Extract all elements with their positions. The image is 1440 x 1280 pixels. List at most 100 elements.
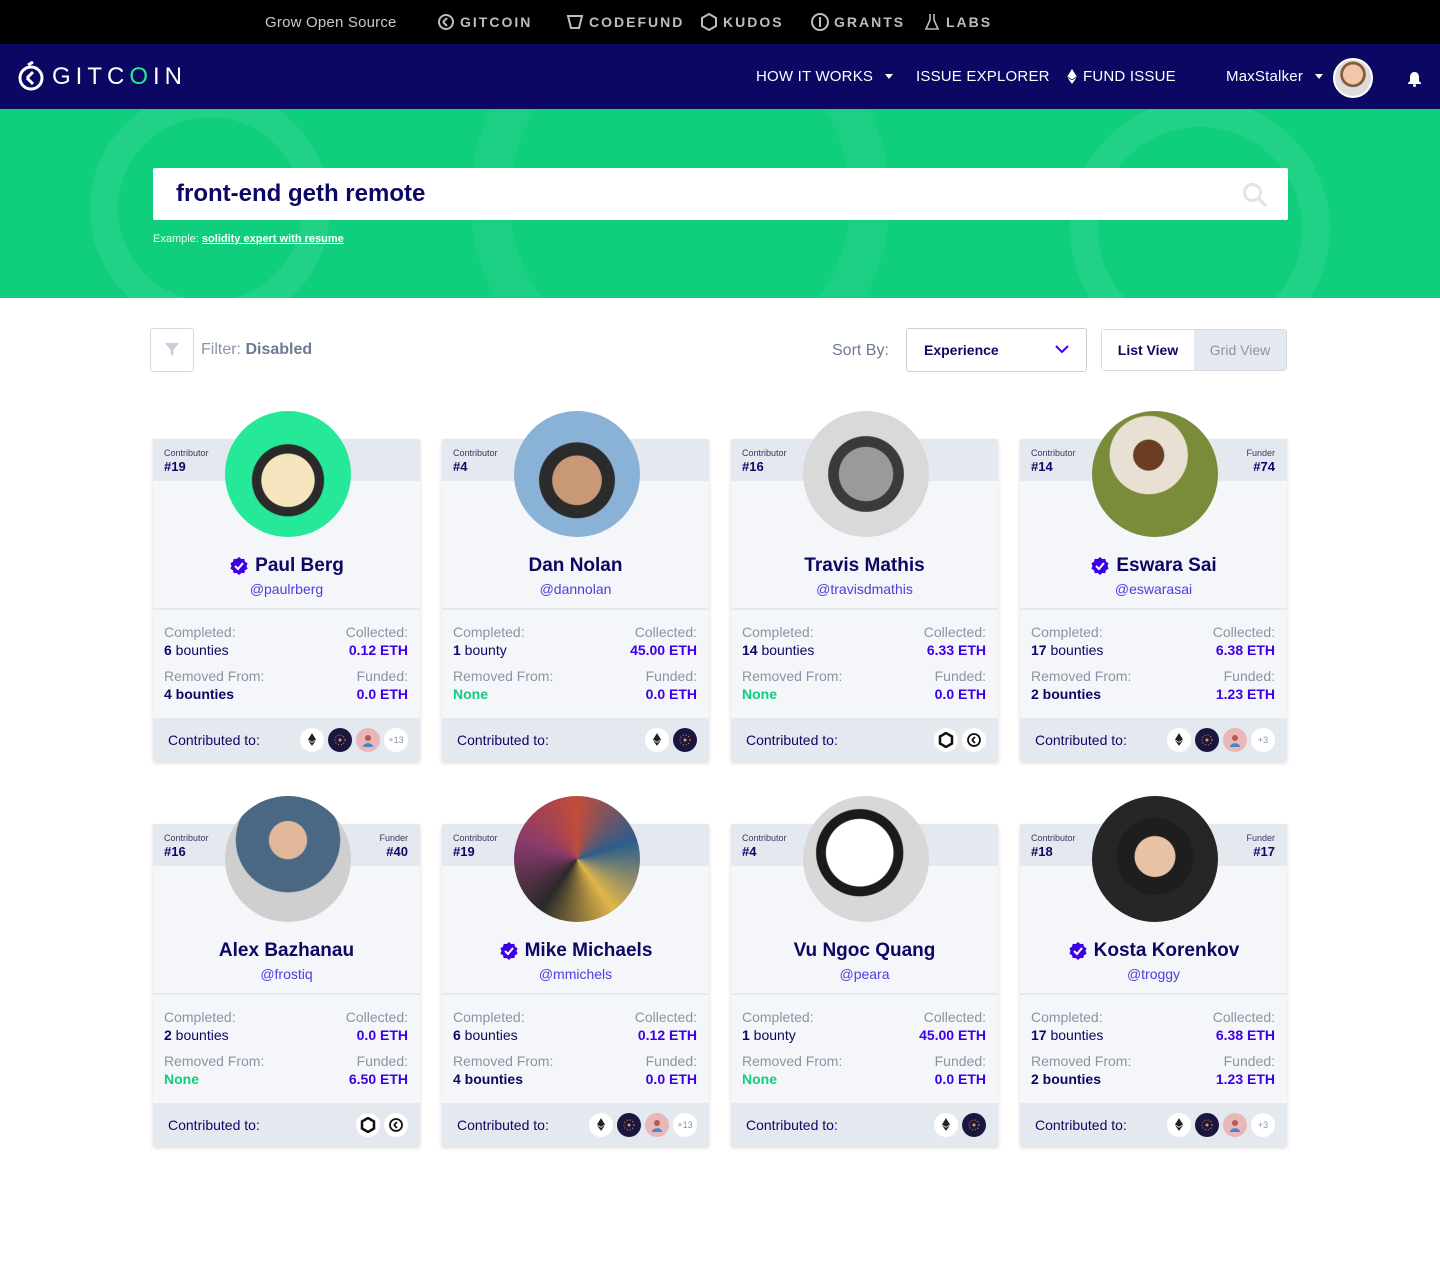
- user-menu[interactable]: MaxStalker: [1226, 68, 1324, 85]
- brand-labs-link[interactable]: LABS: [923, 13, 992, 31]
- org-avatar[interactable]: [1223, 1112, 1247, 1137]
- org-avatar[interactable]: [356, 727, 380, 752]
- sort-select[interactable]: Experience: [906, 328, 1087, 372]
- ethereum-org-avatar[interactable]: [589, 1112, 613, 1137]
- profile-handle[interactable]: @frostiq: [153, 966, 420, 982]
- profile-name[interactable]: Paul Berg: [153, 555, 420, 577]
- profile-handle[interactable]: @travisdmathis: [731, 581, 998, 597]
- profile-card[interactable]: Contributor #14 Funder #74 Eswara Sai @esw…: [1020, 411, 1287, 761]
- org-avatar[interactable]: [617, 1112, 641, 1137]
- completed-stat: Completed: 6 bounties: [164, 624, 236, 658]
- profile-avatar[interactable]: [803, 411, 929, 537]
- ethereum-org-avatar[interactable]: [934, 1112, 958, 1137]
- profile-avatar[interactable]: [514, 796, 640, 922]
- tagline: Grow Open Source: [265, 14, 397, 31]
- search-icon[interactable]: [1242, 182, 1268, 208]
- profile-avatar[interactable]: [514, 411, 640, 537]
- brand-grants-link[interactable]: GRANTS: [811, 13, 905, 31]
- removed-from-stat: Removed From: 2 bounties: [1031, 668, 1132, 702]
- brand-kudos-link[interactable]: KUDOS: [700, 13, 784, 31]
- verified-badge-icon: [1069, 942, 1087, 960]
- example-query-link[interactable]: solidity expert with resume: [202, 233, 344, 245]
- org-avatar[interactable]: [384, 1112, 408, 1137]
- removed-from-stat: Removed From: None: [742, 668, 843, 702]
- profile-avatar[interactable]: [225, 796, 351, 922]
- profile-handle[interactable]: @troggy: [1020, 966, 1287, 982]
- contributed-orgs: [934, 727, 986, 752]
- profile-card[interactable]: Contributor #16 Travis Mathis @travisdmat…: [731, 411, 998, 761]
- org-avatar[interactable]: [962, 1112, 986, 1137]
- profile-handle[interactable]: @eswarasai: [1020, 581, 1287, 597]
- profile-card[interactable]: Contributor #19 Paul Berg @paulrberg Comp…: [153, 411, 420, 761]
- search-input[interactable]: [176, 180, 1176, 208]
- verified-badge-icon: [1091, 557, 1109, 575]
- codefund-icon: [566, 15, 584, 29]
- nav-issue-explorer[interactable]: ISSUE EXPLORER: [916, 68, 1050, 85]
- profile-avatar[interactable]: [803, 796, 929, 922]
- profile-name[interactable]: Eswara Sai: [1020, 555, 1287, 577]
- list-view-button[interactable]: List View: [1102, 330, 1194, 370]
- contributor-rank: Contributor #16: [164, 833, 209, 859]
- more-orgs-count[interactable]: +3: [1251, 727, 1275, 752]
- filter-button[interactable]: [150, 328, 194, 372]
- profile-name[interactable]: Vu Ngoc Quang: [731, 940, 998, 962]
- org-avatar[interactable]: [356, 1112, 380, 1137]
- grid-view-button[interactable]: Grid View: [1194, 330, 1286, 370]
- profile-name[interactable]: Dan Nolan: [442, 555, 709, 577]
- org-avatar[interactable]: [1195, 727, 1219, 752]
- profile-name[interactable]: Travis Mathis: [731, 555, 998, 577]
- collected-stat: Collected: 45.00 ETH: [919, 1009, 986, 1043]
- profile-avatar[interactable]: [1092, 411, 1218, 537]
- org-avatar[interactable]: [645, 1112, 669, 1137]
- org-avatar[interactable]: [1195, 1112, 1219, 1137]
- profile-card[interactable]: Contributor #18 Funder #17 Kosta Korenkov …: [1020, 796, 1287, 1146]
- more-orgs-count[interactable]: +13: [673, 1112, 697, 1137]
- profile-handle[interactable]: @paulrberg: [153, 581, 420, 597]
- completed-stat: Completed: 2 bounties: [164, 1009, 236, 1043]
- org-avatar[interactable]: [328, 727, 352, 752]
- profile-stats: Completed: 17 bounties Collected: 6.38 E…: [1020, 608, 1287, 718]
- nav-fund-issue[interactable]: FUND ISSUE: [1067, 68, 1176, 85]
- profile-handle[interactable]: @peara: [731, 966, 998, 982]
- org-avatar[interactable]: [673, 727, 697, 752]
- user-avatar[interactable]: [1333, 58, 1373, 98]
- nav-how-it-works[interactable]: HOW IT WORKS: [756, 68, 894, 85]
- profile-card[interactable]: Contributor #16 Funder #40 Alex Bazhanau @…: [153, 796, 420, 1146]
- notification-bell-icon[interactable]: [1407, 71, 1422, 87]
- org-avatar[interactable]: [962, 727, 986, 752]
- contributed-to-row: Contributed to: +3: [1020, 1103, 1287, 1146]
- ethereum-org-avatar[interactable]: [1167, 727, 1191, 752]
- contributed-orgs: [356, 1112, 408, 1137]
- profile-name[interactable]: Kosta Korenkov: [1020, 940, 1287, 962]
- profile-card[interactable]: Contributor #19 Mike Michaels @mmichels C…: [442, 796, 709, 1146]
- ethereum-org-avatar[interactable]: [1167, 1112, 1191, 1137]
- contributed-to-row: Contributed to:: [731, 1103, 998, 1146]
- funded-stat: Funded: 0.0 ETH: [645, 1053, 697, 1087]
- more-orgs-count[interactable]: +3: [1251, 1112, 1275, 1137]
- profile-card[interactable]: Contributor #4 Dan Nolan @dannolan Comple…: [442, 411, 709, 761]
- profile-card[interactable]: Contributor #4 Vu Ngoc Quang @peara Compl…: [731, 796, 998, 1146]
- constellation-icon: [334, 734, 346, 745]
- contributed-to-row: Contributed to: +13: [153, 718, 420, 761]
- collected-stat: Collected: 0.12 ETH: [634, 1009, 697, 1043]
- funded-stat: Funded: 0.0 ETH: [934, 668, 986, 702]
- org-avatar[interactable]: [1223, 727, 1247, 752]
- brand-codefund-link[interactable]: CODEFUND: [566, 13, 684, 31]
- more-orgs-count[interactable]: +13: [384, 727, 408, 752]
- person-avatar-icon: [363, 734, 373, 747]
- profile-name[interactable]: Alex Bazhanau: [153, 940, 420, 962]
- constellation-icon: [1201, 1119, 1213, 1130]
- brand-gitcoin-link[interactable]: GITCOIN: [437, 13, 532, 31]
- ethereum-org-avatar[interactable]: [300, 727, 324, 752]
- profile-avatar[interactable]: [225, 411, 351, 537]
- gitcoin-logo[interactable]: GITCOIN: [18, 61, 187, 93]
- ethereum-org-avatar[interactable]: [645, 727, 669, 752]
- profile-name[interactable]: Mike Michaels: [442, 940, 709, 962]
- profile-handle[interactable]: @dannolan: [442, 581, 709, 597]
- removed-from-stat: Removed From: None: [164, 1053, 265, 1087]
- constellation-icon: [1201, 734, 1213, 745]
- profile-avatar[interactable]: [1092, 796, 1218, 922]
- org-avatar[interactable]: [934, 727, 958, 752]
- profile-handle[interactable]: @mmichels: [442, 966, 709, 982]
- profile-stats: Completed: 14 bounties Collected: 6.33 E…: [731, 608, 998, 718]
